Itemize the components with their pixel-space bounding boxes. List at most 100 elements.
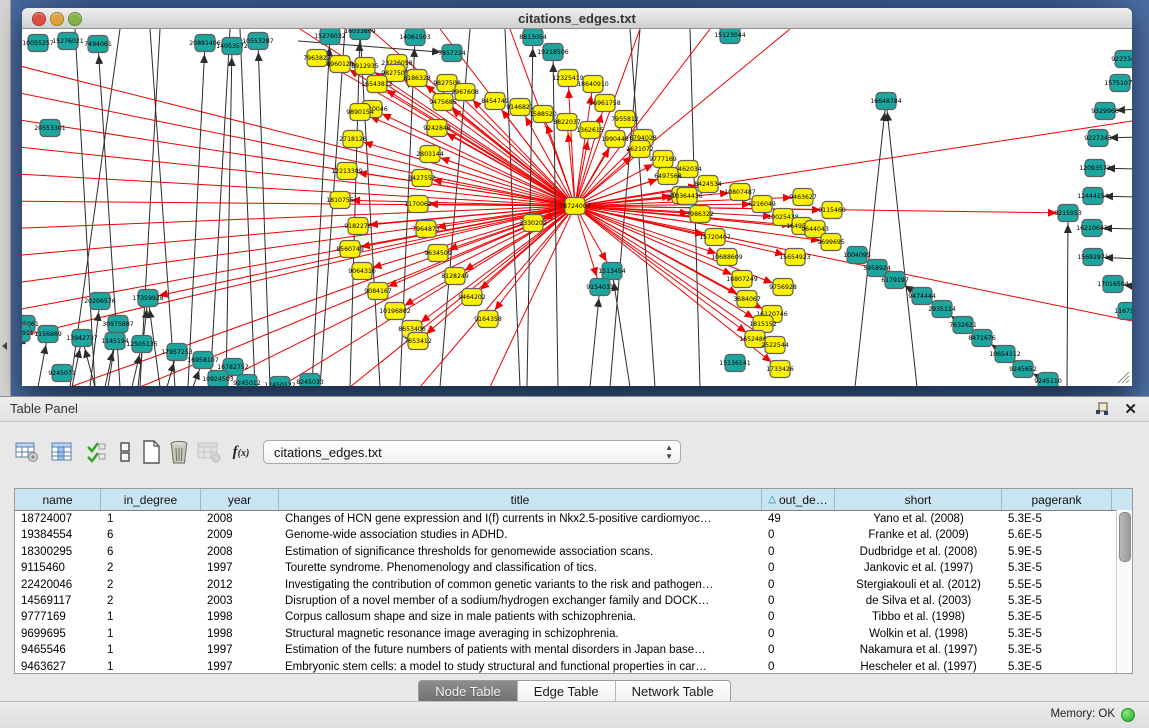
graph-node-label: 7653412 — [404, 338, 432, 345]
graph-node-label: 20553301 — [34, 125, 66, 132]
table-row[interactable]: 946362711997Embryonic stem cells: a mode… — [15, 659, 1132, 675]
splitter-collapse-handle[interactable] — [569, 388, 579, 393]
network-view-window[interactable]: citations_edges.txt 18724007796382289601… — [22, 8, 1132, 386]
tab-network-table[interactable]: Network Table — [616, 681, 730, 703]
graph-node-label: 12444154 — [1077, 193, 1109, 200]
graph-node-label: 2330202 — [519, 220, 547, 227]
graph-node-label: 14061503 — [399, 34, 431, 41]
table-cell: 9115460 — [15, 560, 101, 576]
table-cell: 14569117 — [15, 593, 101, 609]
collapsed-control-panel[interactable] — [0, 0, 11, 396]
tab-edge-table[interactable]: Edge Table — [518, 681, 616, 703]
table-settings-icon[interactable] — [12, 437, 42, 467]
float-window-icon[interactable] — [1095, 402, 1109, 416]
graph-node-label: 1815152 — [749, 321, 777, 328]
graph-node-label: 17016504 — [1097, 281, 1129, 288]
graph-node-label: 8822037 — [553, 119, 581, 126]
graph-node-label: 9164358 — [474, 316, 502, 323]
panel-expand-arrow-icon[interactable] — [2, 342, 7, 350]
graph-node-label: 1167532 — [1114, 308, 1132, 315]
table-cell: 49 — [762, 511, 835, 527]
table-cell: 5.3E-5 — [1002, 609, 1112, 625]
graph-node-label: 9245110 — [1034, 378, 1062, 385]
graph-node-label: 12213389 — [331, 168, 363, 175]
table-cell: Tourette syndrome. Phenomenology and cla… — [279, 560, 762, 576]
table-panel-header[interactable]: Table Panel ✕ — [0, 397, 1149, 422]
table-row[interactable]: 969969511998Structural magnetic resonanc… — [15, 626, 1132, 642]
graph-node-label: 7632621 — [949, 322, 977, 329]
table-cell: Embryonic stem cells: a model to study s… — [279, 659, 762, 675]
cytoscape-desktop: citations_edges.txt 18724007796382289601… — [0, 0, 1149, 396]
table-cell: Changes of HCN gene expression and I(f) … — [279, 511, 762, 527]
table-row[interactable]: 946554611997Estimation of the future num… — [15, 642, 1132, 658]
graph-edge — [353, 139, 575, 206]
table-row[interactable]: 977716911998Corpus callosum shape and si… — [15, 609, 1132, 625]
graph-node-label: 5958924 — [863, 265, 891, 272]
graph-node-label: 9756928 — [769, 284, 797, 291]
graph-edge — [312, 36, 330, 386]
combo-arrows-icon: ▲▼ — [665, 443, 673, 461]
graph-node-label: 12450122 — [264, 382, 296, 386]
table-row[interactable]: 2242004622012Investigating the contribut… — [15, 577, 1132, 593]
table-cell: 2 — [101, 593, 201, 609]
table-cell: 9463627 — [15, 659, 101, 675]
table-cell: Dudbridge et al. (2008) — [835, 544, 1002, 560]
table-cell: 2 — [101, 560, 201, 576]
graph-edge — [855, 101, 886, 386]
table-cell: 6 — [101, 544, 201, 560]
table-cell: de Silva et al. (2003) — [835, 593, 1002, 609]
graph-node-label: 9115460 — [818, 207, 846, 214]
table-cell: Estimation of significance thresholds fo… — [279, 544, 762, 560]
row-select-icon[interactable] — [82, 437, 112, 467]
table-row[interactable]: 1456911722003Disruption of a novel membe… — [15, 593, 1132, 609]
graph-node-label: 6179197 — [881, 277, 909, 284]
table-cell: 1998 — [201, 626, 279, 642]
graph-node-label: 18724007 — [559, 203, 591, 210]
graph-edge — [240, 29, 255, 386]
graph-node-label: 10924503 — [202, 376, 234, 383]
vertical-scrollbar[interactable] — [1116, 510, 1132, 673]
tab-node-table[interactable]: Node Table — [419, 681, 518, 703]
graph-node-label: 2803144 — [416, 151, 444, 158]
table-cell: 9699695 — [15, 626, 101, 642]
table-row[interactable]: 1872400712008Changes of HCN gene express… — [15, 511, 1132, 527]
graph-node-label: 1990448 — [601, 136, 629, 143]
column-header-pagerank[interactable]: pagerank — [1002, 489, 1112, 510]
graph-node-label: 2718126 — [339, 136, 367, 143]
column-header-in_degree[interactable]: in_degree — [101, 489, 201, 510]
network-canvas[interactable]: 1872400779638228960128891293523226058982… — [22, 29, 1132, 386]
table-selector-dropdown[interactable]: citations_edges.txt ▲▼ — [263, 440, 681, 464]
import-table-icon[interactable] — [194, 437, 224, 467]
table-row[interactable]: 911546021997Tourette syndrome. Phenomeno… — [15, 560, 1132, 576]
table-cell: 9777169 — [15, 609, 101, 625]
graph-node-label: 8128249 — [441, 273, 469, 280]
graph-edge — [226, 46, 232, 386]
graph-node-label: 9064310 — [348, 268, 376, 275]
table-row[interactable]: 1938455462009Genome-wide association stu… — [15, 527, 1132, 543]
graph-node-label: 8560749 — [336, 246, 364, 253]
graph-node-label: 10553287 — [242, 38, 274, 45]
table-cell: 2008 — [201, 511, 279, 527]
new-table-icon[interactable] — [136, 437, 166, 467]
window-resize-grip[interactable] — [1114, 368, 1130, 384]
graph-node-label: 9329966 — [1091, 108, 1119, 115]
column-visibility-icon[interactable] — [47, 437, 77, 467]
graph-node-label: 10688609 — [711, 254, 743, 261]
column-header-out_de[interactable]: △out_de… — [762, 489, 835, 510]
function-builder-icon[interactable]: f(x) — [226, 437, 256, 467]
window-titlebar[interactable]: citations_edges.txt — [22, 8, 1132, 29]
table-cell: 5.3E-5 — [1002, 560, 1112, 576]
column-header-year[interactable]: year — [201, 489, 279, 510]
graph-node-label: 15654923 — [779, 254, 811, 261]
table-cell: 1 — [101, 642, 201, 658]
table-row[interactable]: 1830029562008Estimation of significance … — [15, 544, 1132, 560]
table-cell: 19384554 — [15, 527, 101, 543]
column-header-name[interactable]: name — [15, 489, 101, 510]
delete-icon[interactable] — [164, 437, 194, 467]
column-header-short[interactable]: short — [835, 489, 1002, 510]
close-panel-icon[interactable]: ✕ — [1124, 400, 1137, 418]
scrollbar-thumb[interactable] — [1119, 512, 1131, 562]
table-cell: Wolkin et al. (1998) — [835, 626, 1002, 642]
graph-node-label: 15720407 — [699, 234, 731, 241]
column-header-title[interactable]: title — [279, 489, 762, 510]
